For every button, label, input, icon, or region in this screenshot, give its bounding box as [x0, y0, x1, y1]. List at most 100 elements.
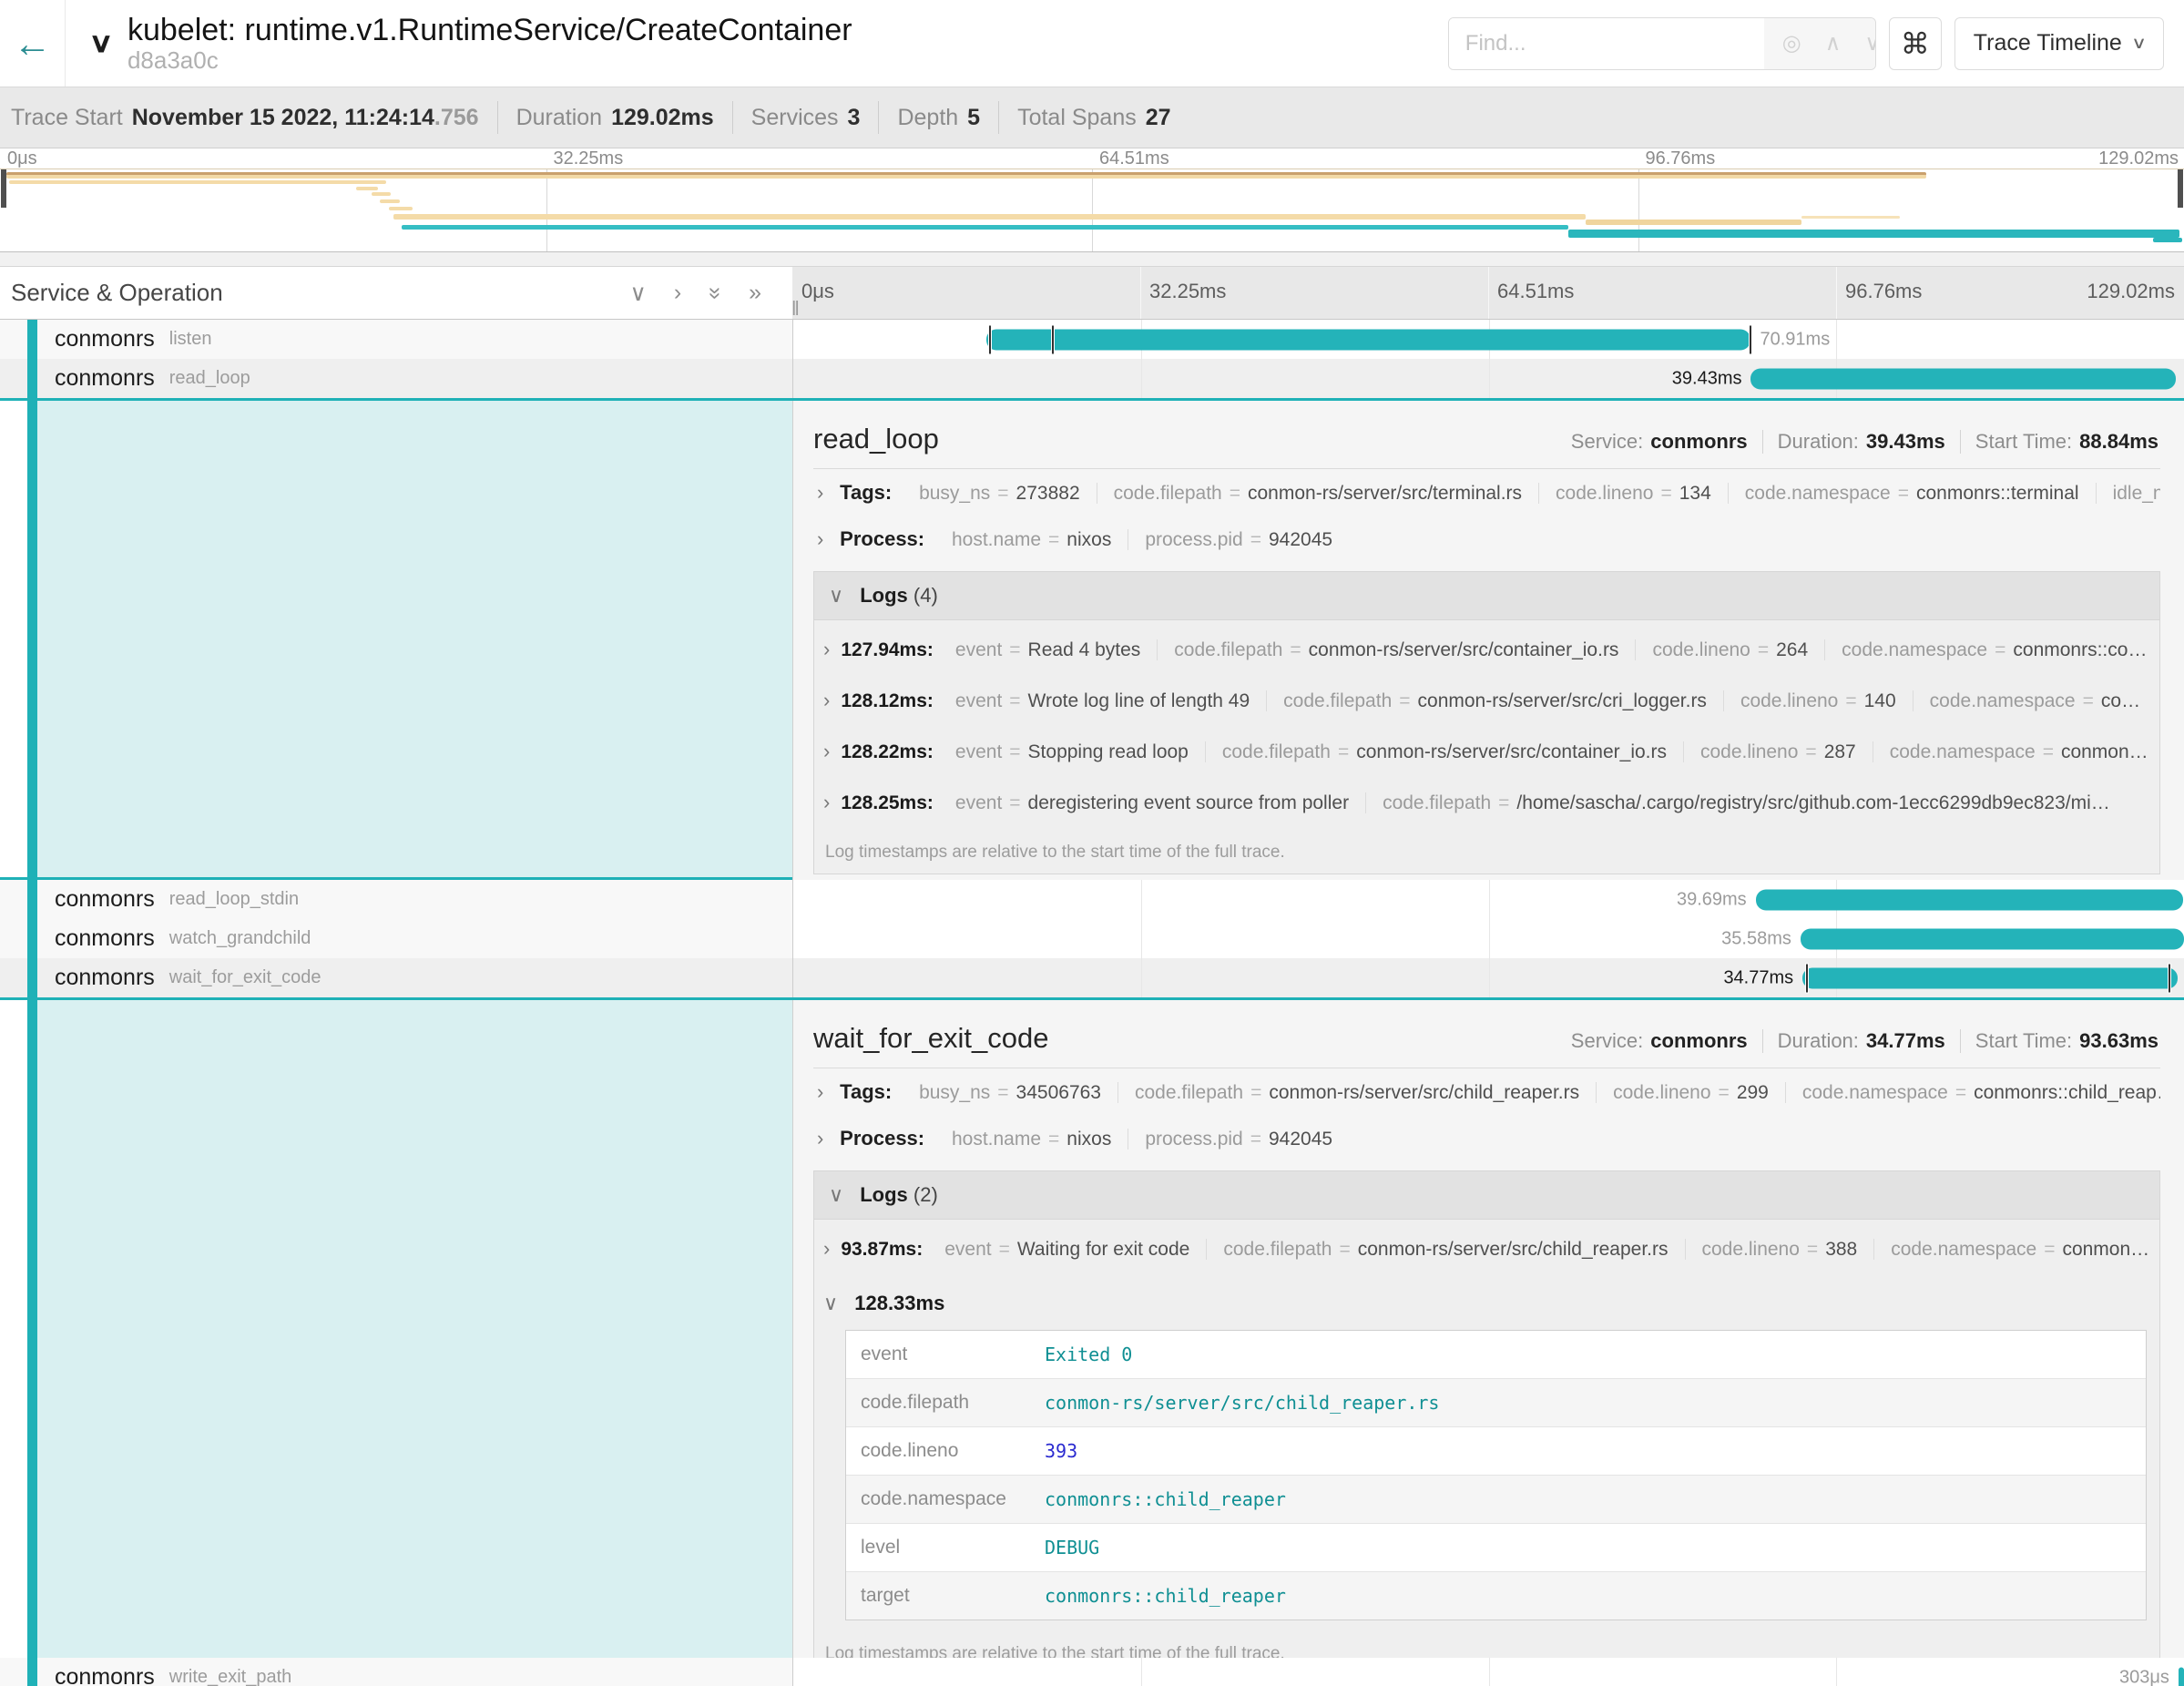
logs-count: (4): [913, 584, 938, 607]
start-time-value: 93.63ms: [2079, 1029, 2158, 1053]
start-time-label: Start Time:: [1975, 1029, 2072, 1053]
top-bar: ← ∨ kubelet: runtime.v1.RuntimeService/C…: [0, 0, 2184, 87]
trace-collapse-toggle[interactable]: ∨: [88, 27, 113, 59]
service-name: conmonrs: [55, 365, 155, 392]
service-name: conmonrs: [55, 886, 155, 913]
kv-field: process.pid=942045: [1128, 529, 1349, 550]
logs-header[interactable]: ∨ Logs (4): [814, 572, 2159, 620]
find-input[interactable]: [1449, 18, 1764, 69]
process-row[interactable]: › Process: host.name=nixosprocess.pid=94…: [813, 516, 2160, 562]
logs-block: ∨ Logs (4) ›127.94ms:event=Read 4 bytesc…: [813, 571, 2160, 874]
service-value: conmonrs: [1650, 430, 1747, 454]
span-stats: Service:conmonrs Duration:34.77ms Start …: [1571, 1029, 2158, 1053]
expanded-log-header[interactable]: ∨ 128.33ms: [814, 1278, 2159, 1323]
find-controls: ◎ ∧ ∨ ×: [1764, 18, 1876, 69]
span-bar-lane[interactable]: 39.43ms: [792, 359, 2184, 398]
timeline-tick-header: 0μs 32.25ms 64.51ms 96.76ms 129.02ms: [792, 267, 2184, 319]
logs-count: (2): [913, 1183, 938, 1206]
kv-field: event=Read 4 bytes: [939, 639, 1157, 660]
tags-fields: busy_ns=34506763code.filepath=conmon-rs/…: [903, 1082, 2160, 1103]
kv-field: idle_n…: [2096, 483, 2160, 504]
view-selector-button[interactable]: Trace Timeline ∨: [1954, 17, 2164, 70]
log-entry[interactable]: › 93.87ms:event=Waiting for exit code code…: [814, 1223, 2159, 1274]
expand-all-icon[interactable]: »: [749, 280, 761, 307]
logs-note: Log timestamps are relative to the start…: [814, 832, 2159, 874]
service-color-accent: [27, 401, 37, 877]
span-duration-bar[interactable]: [986, 329, 1750, 350]
span-bar-lane[interactable]: 34.77ms: [792, 958, 2184, 997]
chevron-up-icon[interactable]: ∧: [1825, 30, 1842, 56]
service-name: conmonrs: [55, 326, 155, 353]
kv-field: event=Stopping read loop: [939, 741, 1205, 762]
chevron-right-icon: ›: [823, 740, 830, 763]
timeline-tick: 64.51ms: [1497, 280, 1574, 303]
span-duration-bar[interactable]: [1750, 368, 2176, 389]
detail-gutter: [0, 1000, 792, 1658]
total-spans-value: 27: [1146, 105, 1171, 131]
table-row: levelDEBUG: [846, 1524, 2146, 1572]
log-timestamp: 128.22ms:: [841, 741, 934, 762]
depth-label: Depth: [897, 105, 958, 131]
log-entry[interactable]: ›127.94ms:event=Read 4 bytescode.filepat…: [814, 624, 2159, 675]
log-entry[interactable]: ›128.25ms:event=deregistering event sour…: [814, 777, 2159, 828]
service-name: conmonrs: [55, 965, 155, 991]
span-row-read-loop[interactable]: conmonrs read_loop 39.43ms: [0, 359, 2184, 401]
span-bar-lane[interactable]: 39.69ms: [792, 880, 2184, 919]
minimap-span: [380, 199, 400, 203]
minimap-resizer[interactable]: [0, 252, 2184, 267]
tags-row[interactable]: › Tags: busy_ns=273882code.filepath=conm…: [813, 469, 2160, 516]
service-color-accent: [27, 1658, 37, 1686]
kv-field: code.namespace=conmonrs::child_reap…: [1785, 1082, 2160, 1103]
span-row-read-loop-stdin[interactable]: conmonrs read_loop_stdin 39.69ms: [0, 880, 2184, 919]
column-resize-handle[interactable]: ‖: [791, 297, 800, 321]
timeline-grid-header: Service & Operation ∨ › » » ‖ 0μs 32.25m…: [0, 267, 2184, 320]
service-name: conmonrs: [55, 1664, 155, 1686]
span-row-write-exit-path[interactable]: conmonrs write_exit_path 303μs: [0, 1658, 2184, 1686]
logs-header[interactable]: ∨ Logs (2): [814, 1171, 2159, 1220]
span-duration-bar[interactable]: [1801, 928, 2184, 949]
span-duration-label: 34.77ms: [1723, 967, 1793, 988]
operation-name: wait_for_exit_code: [169, 967, 321, 988]
trace-minimap[interactable]: [0, 169, 2184, 252]
kv-field: code.namespace=conmonrs::terminal: [1728, 483, 2096, 504]
span-bar-lane[interactable]: 303μs: [792, 1658, 2184, 1686]
span-row-wait-for-exit-code[interactable]: conmonrs wait_for_exit_code 34.77ms: [0, 958, 2184, 1000]
minimap-span: [372, 192, 392, 196]
expand-one-icon[interactable]: ›: [674, 280, 681, 307]
span-row-listen[interactable]: conmonrs listen 70.91ms: [0, 320, 2184, 359]
log-marker: [2169, 964, 2170, 992]
table-row: code.filepathconmon-rs/server/src/child_…: [846, 1379, 2146, 1427]
collapse-one-icon[interactable]: ∨: [630, 280, 647, 307]
log-marker: [1052, 325, 1054, 353]
span-duration-bar[interactable]: [1802, 967, 2178, 988]
kv-field: code.lineno=388: [1685, 1239, 1874, 1260]
minimap-left-handle[interactable]: [1, 169, 6, 208]
kv-field: event=Waiting for exit code: [928, 1239, 1206, 1260]
span-bar-lane[interactable]: 70.91ms: [792, 320, 2184, 359]
log-entry[interactable]: ›128.22ms:event=Stopping read loopcode.f…: [814, 726, 2159, 777]
tags-row[interactable]: › Tags: busy_ns=34506763code.filepath=co…: [813, 1068, 2160, 1115]
span-title: wait_for_exit_code: [813, 1022, 1049, 1055]
collapse-all-icon[interactable]: »: [701, 287, 729, 300]
log-entry[interactable]: ›128.12ms:event=Wrote log line of length…: [814, 675, 2159, 726]
span-row-watch-grandchild[interactable]: conmonrs watch_grandchild 35.58ms: [0, 919, 2184, 958]
trace-start-fraction: .756: [434, 105, 479, 131]
kv-field: event=deregistering event source from po…: [939, 792, 1365, 813]
tags-label: Tags:: [840, 1080, 892, 1103]
chevron-down-icon[interactable]: ∨: [1864, 30, 1875, 56]
span-bar-lane[interactable]: 35.58ms: [792, 919, 2184, 958]
target-icon[interactable]: ◎: [1782, 30, 1801, 56]
process-row[interactable]: › Process: host.name=nixosprocess.pid=94…: [813, 1115, 2160, 1161]
back-button[interactable]: ←: [0, 0, 66, 87]
minimap-right-handle[interactable]: [2178, 169, 2183, 208]
log-marker: [989, 325, 991, 353]
operation-name: read_loop_stdin: [169, 889, 299, 910]
chevron-right-icon: ›: [823, 1237, 830, 1261]
span-duration-bar[interactable]: [2179, 1667, 2184, 1686]
kv-field: code.namespace=co…: [1913, 690, 2157, 711]
detail-body: wait_for_exit_code Service:conmonrs Dura…: [792, 1000, 2184, 1658]
keyboard-shortcuts-button[interactable]: ⌘: [1889, 17, 1942, 70]
log-timestamp: 93.87ms:: [841, 1239, 923, 1260]
operation-name: read_loop: [169, 368, 250, 389]
span-duration-bar[interactable]: [1756, 889, 2184, 910]
